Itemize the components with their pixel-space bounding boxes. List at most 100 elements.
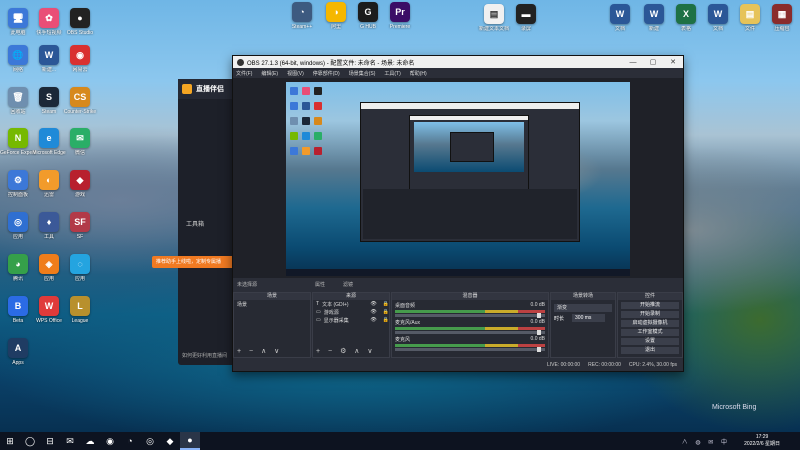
taskbar-app-4[interactable]: ☁: [80, 432, 100, 450]
taskbar-app-6[interactable]: ◔: [120, 432, 140, 450]
preview-icon: [314, 87, 322, 95]
desktop-icon-t3[interactable]: GG HUB: [350, 2, 386, 30]
visibility-eye-icon[interactable]: 👁: [370, 301, 376, 308]
control-button-4[interactable]: 设置: [621, 338, 679, 345]
taskbar-app-9[interactable]: ●: [180, 432, 200, 450]
obs-titlebar[interactable]: OBS 27.1.3 (64-bit, windows) - 配置文件: 未命名…: [233, 56, 683, 68]
mixer-channel: 麦克风/Aux 0.0 dB: [392, 317, 548, 335]
t9-icon: X: [676, 4, 696, 24]
desktop-icon-t12[interactable]: ▦ 压缩包: [764, 4, 800, 32]
desktop-icon-t9[interactable]: X 表格: [668, 4, 704, 32]
preview-icon: [290, 117, 298, 125]
desktop-icon-lumi[interactable]: A Apps: [0, 338, 36, 366]
menu-item-6[interactable]: 帮助(H): [410, 70, 427, 77]
menu-item-2[interactable]: 视图(V): [287, 70, 304, 77]
t7-icon: W: [610, 4, 630, 24]
lock-icon[interactable]: 🔒: [383, 309, 389, 316]
lock-icon[interactable]: 🔒: [383, 301, 389, 308]
maximize-button[interactable]: ▢: [643, 56, 663, 68]
live-companion-window[interactable]: 直播伴侣 工具箱: [178, 79, 238, 365]
t3-icon: G: [358, 2, 378, 22]
obs-window[interactable]: OBS 27.1.3 (64-bit, windows) - 配置文件: 未命名…: [232, 55, 684, 372]
desktop-icon-t8[interactable]: W 新建: [636, 4, 672, 32]
taskbar-app-3[interactable]: ✉: [60, 432, 80, 450]
desktop-icon-t4[interactable]: Pr Premiere: [382, 2, 418, 30]
scenes-dock-buttons[interactable]: + − ∧ ∨: [237, 347, 282, 355]
clock[interactable]: 17:29 2022/2/6 星期日: [744, 434, 780, 448]
source-item[interactable]: ▭ 显示器采集 👁 🔒: [313, 316, 389, 324]
transitions-dock-title: 场景转场: [551, 293, 615, 300]
desktop-icon-sf[interactable]: SF SF: [62, 212, 98, 240]
lock-icon[interactable]: 🔒: [383, 317, 389, 324]
preview-icon: [290, 87, 298, 95]
control-button-5[interactable]: 退出: [621, 347, 679, 354]
volume-slider[interactable]: [395, 330, 545, 335]
obs-title: OBS 27.1.3 (64-bit, windows) - 配置文件: 未命名…: [247, 60, 415, 67]
filters-button[interactable]: 滤镜: [343, 281, 353, 288]
scenes-dock-title: 场景: [234, 293, 310, 300]
taskbar-app-7[interactable]: ◎: [140, 432, 160, 450]
preview-icon: [290, 132, 298, 140]
volume-slider[interactable]: [395, 313, 545, 318]
desktop-icon-t6[interactable]: ▬ 录屏: [508, 4, 544, 32]
volume-knob[interactable]: [537, 313, 541, 318]
close-button[interactable]: ✕: [663, 56, 683, 68]
menu-item-5[interactable]: 工具(T): [384, 70, 400, 77]
desktop-icon-t7[interactable]: W 文档: [602, 4, 638, 32]
source-type-icon: ▭: [316, 317, 321, 323]
lol-icon: L: [70, 296, 90, 316]
control-button-0[interactable]: 开始推流: [621, 302, 679, 309]
menu-item-1[interactable]: 编辑(E): [261, 70, 278, 77]
desktop-icon-t1[interactable]: ◔ Steam++: [284, 2, 320, 30]
sources-dock-buttons[interactable]: + − ⚙ ∧ ∨: [316, 347, 375, 355]
preview-icon: [302, 132, 310, 140]
live-footer-link[interactable]: 如何更好利用直播间: [182, 352, 227, 359]
properties-button[interactable]: 属性: [315, 281, 325, 288]
desktop-icon-wechat[interactable]: ✉ 微信: [62, 128, 98, 156]
visibility-eye-icon[interactable]: 👁: [370, 309, 376, 316]
visibility-eye-icon[interactable]: 👁: [370, 317, 376, 324]
taskbar-app-0[interactable]: ⊞: [0, 432, 20, 450]
volume-knob[interactable]: [537, 347, 541, 352]
desktop-icon-netease[interactable]: ◉ 网易云: [62, 45, 98, 73]
menu-item-0[interactable]: 文件(F): [236, 70, 252, 77]
desktop-icon-obs[interactable]: ● OBS Studio: [62, 8, 98, 36]
system-tray[interactable]: ∧ ◍ ✉ 中: [682, 437, 730, 446]
taskbar-app-5[interactable]: ◉: [100, 432, 120, 450]
transitions-dock: 场景转场 渐变 时长 300 ms: [550, 292, 616, 358]
desktop-icon-t10[interactable]: W 文档: [700, 4, 736, 32]
minimize-button[interactable]: —: [623, 56, 643, 68]
source-item[interactable]: T 文本 (GDI+) 👁 🔒: [313, 300, 389, 308]
live-notice-banner[interactable]: 推荐助手上线啦，定制专属播: [152, 256, 234, 268]
obs-preview[interactable]: [233, 78, 683, 278]
net-icon: 🌐: [8, 45, 28, 65]
desktop-icon-cs[interactable]: CS Counter-Strike: [62, 87, 98, 115]
volume-slider[interactable]: [395, 347, 545, 352]
taskbar-app-1[interactable]: ◯: [20, 432, 40, 450]
nested-obs-window-3: [450, 132, 494, 162]
desktop-icon-t5[interactable]: ▤ 新建文本文档: [476, 4, 512, 32]
source-item[interactable]: ▭ 游戏源 👁 🔒: [313, 308, 389, 316]
taskbar-app-8[interactable]: ◆: [160, 432, 180, 450]
transition-duration[interactable]: 时长 300 ms: [554, 314, 612, 322]
desktop-icon-lol[interactable]: L League: [62, 296, 98, 324]
bing-watermark: Microsoft Bing: [712, 404, 757, 411]
desktop-icon-t11[interactable]: ▤ 文件: [732, 4, 768, 32]
control-button-2[interactable]: 启动虚拟摄像机: [621, 320, 679, 327]
menu-item-3[interactable]: 停靠部件(D): [313, 70, 340, 77]
t2-icon: ◑: [326, 2, 346, 22]
taskbar-app-2[interactable]: ⊟: [40, 432, 60, 450]
transition-select[interactable]: 渐变: [554, 304, 612, 312]
mixer-dock-title: 混音器: [392, 293, 548, 300]
menu-item-4[interactable]: 场景集合(S): [349, 70, 376, 77]
volume-knob[interactable]: [537, 330, 541, 335]
scene-item[interactable]: 场景: [234, 300, 310, 308]
steam-icon: S: [39, 87, 59, 107]
t5-icon: ▤: [484, 4, 504, 24]
desktop-icon-t2[interactable]: ◑ 阿里: [318, 2, 354, 30]
desktop-icon-app5[interactable]: ◌ 应用: [62, 254, 98, 282]
desktop-icon-game1[interactable]: ◆ 游戏: [62, 170, 98, 198]
control-button-1[interactable]: 开始录制: [621, 311, 679, 318]
control-button-3[interactable]: 工作室模式: [621, 329, 679, 336]
t10-icon: W: [708, 4, 728, 24]
